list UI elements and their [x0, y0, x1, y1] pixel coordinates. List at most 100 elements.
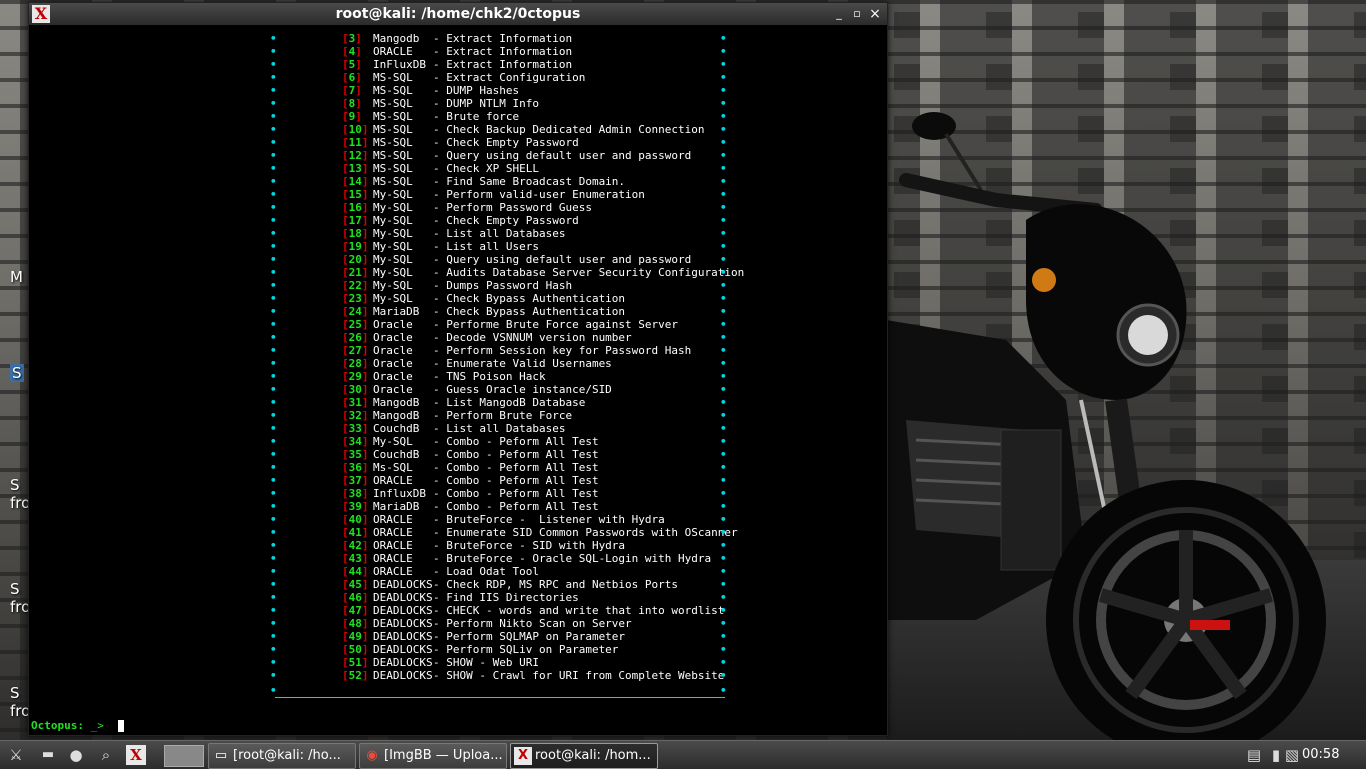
- desktop-icon-label[interactable]: S: [10, 364, 24, 382]
- menu-option-database: Oracle: [373, 344, 413, 357]
- border-dot: •: [720, 409, 727, 422]
- menu-option-number: [51]: [342, 656, 369, 669]
- app-x-icon: X: [514, 747, 532, 765]
- menu-row: • [4] ORACLE - Extract Information •: [29, 45, 887, 58]
- menu-option-database: ORACLE: [373, 565, 413, 578]
- menu-option-description: - Check XP SHELL: [433, 162, 539, 175]
- menu-row: • [25] Oracle - Performe Brute Force agains…: [29, 318, 887, 331]
- clipboard-icon[interactable]: ▧: [1282, 745, 1302, 765]
- task-label: [ImgBB — Uploa...: [384, 748, 503, 763]
- menu-row: • [17] My-SQL - Check Empty Password •: [29, 214, 887, 227]
- desktop-icon-label[interactable]: S: [10, 684, 20, 702]
- terminal-output[interactable]: • [3] Mangodb - Extract Information • • [4] ORA…: [29, 25, 887, 735]
- border-dot: •: [720, 58, 727, 71]
- menu-row: • [37] ORACLE - Combo - Peform All Test •: [29, 474, 887, 487]
- menu-option-description: - Enumerate SID Common Passwords with OS…: [433, 526, 738, 539]
- border-dot: •: [720, 266, 727, 279]
- menu-option-description: - Enumerate Valid Usernames: [433, 357, 612, 370]
- window-titlebar[interactable]: X root@kali: /home/chk2/0ctopus _ ▫ ×: [29, 3, 887, 25]
- border-dot: •: [720, 684, 727, 697]
- show-desktop-icon[interactable]: ▬: [38, 745, 58, 765]
- menu-row: • [45] DEADLOCKS - Check RDP, MS RPC and Ne…: [29, 578, 887, 591]
- window-title: root@kali: /home/chk2/0ctopus: [335, 6, 581, 22]
- kali-menu-icon[interactable]: ⚔: [6, 745, 26, 765]
- border-dot: •: [720, 188, 727, 201]
- menu-option-description: - Perform Password Guess: [433, 201, 592, 214]
- menu-option-number: [35]: [342, 448, 369, 461]
- menu-option-database: MS-SQL: [373, 175, 413, 188]
- border-dot: •: [270, 656, 277, 669]
- app-x-icon[interactable]: X: [126, 745, 146, 765]
- clock[interactable]: 00:58: [1302, 741, 1339, 769]
- menu-row: • [41] ORACLE - Enumerate SID Common Passwo…: [29, 526, 887, 539]
- taskbar-task-active-terminal[interactable]: X root@kali: /hom...: [510, 743, 658, 769]
- search-icon[interactable]: ⌕: [96, 745, 116, 765]
- taskbar-task-browser[interactable]: ◉ [ImgBB — Uploa...: [359, 743, 507, 769]
- border-dot: •: [720, 396, 727, 409]
- border-dot: •: [270, 383, 277, 396]
- menu-option-database: DEADLOCKS: [373, 643, 433, 656]
- menu-option-database: MS-SQL: [373, 123, 413, 136]
- terminal-window[interactable]: X root@kali: /home/chk2/0ctopus _ ▫ × • […: [28, 2, 888, 736]
- menu-option-database: Ms-SQL: [373, 461, 413, 474]
- menu-option-description: - Guess Oracle instance/SID: [433, 383, 612, 396]
- menu-option-database: My-SQL: [373, 214, 413, 227]
- border-dot: •: [270, 162, 277, 175]
- menu-option-number: [41]: [342, 526, 369, 539]
- border-dot: •: [720, 175, 727, 188]
- menu-row: • [15] My-SQL - Perform valid-user Enumerat…: [29, 188, 887, 201]
- menu-row: • [9] MS-SQL - Brute force •: [29, 110, 887, 123]
- shell-prompt[interactable]: Octopus: _>: [31, 719, 125, 733]
- menu-row: • [42] ORACLE - BruteForce - SID with Hydra…: [29, 539, 887, 552]
- menu-option-database: MangodB: [373, 396, 420, 409]
- border-dot: •: [720, 136, 727, 149]
- menu-option-number: [15]: [342, 188, 369, 201]
- minimize-button[interactable]: _: [831, 5, 847, 23]
- menu-option-description: - Perform Nikto Scan on Server: [433, 617, 632, 630]
- border-dot: •: [720, 461, 727, 474]
- menu-option-number: [10]: [342, 123, 369, 136]
- menu-option-description: - Combo - Peform All Test: [433, 487, 599, 500]
- menu-option-description: - DUMP NTLM Info: [433, 97, 539, 110]
- menu-option-description: - Extract Information: [433, 58, 573, 71]
- border-dot: •: [720, 84, 727, 97]
- menu-option-number: [44]: [342, 565, 369, 578]
- border-dot: •: [720, 448, 727, 461]
- border-dot: •: [720, 656, 727, 669]
- menu-option-number: [29]: [342, 370, 369, 383]
- menu-option-number: [4]: [342, 45, 362, 58]
- menu-option-description: - CHECK - words and write that into word…: [433, 604, 725, 617]
- border-dot: •: [270, 136, 277, 149]
- menu-row: • [38] InfluxDB - Combo - Peform All Test •: [29, 487, 887, 500]
- desktop-icon-label[interactable]: S: [10, 476, 20, 494]
- menu-option-description: - Find IIS Directories: [433, 591, 579, 604]
- menu-option-number: [13]: [342, 162, 369, 175]
- border-dot: •: [270, 474, 277, 487]
- menu-option-database: ORACLE: [373, 539, 413, 552]
- menu-option-database: DEADLOCKS: [373, 604, 433, 617]
- menu-option-number: [14]: [342, 175, 369, 188]
- taskbar: ⚔ ▬ ● ⌕ X ▭ [root@kali: /ho... ◉ [ImgBB …: [0, 740, 1366, 769]
- menu-option-description: - DUMP Hashes: [433, 84, 520, 97]
- taskbar-task-terminal[interactable]: ▭ [root@kali: /ho...: [208, 743, 356, 769]
- maximize-button[interactable]: ▫: [849, 5, 865, 23]
- border-dot: •: [720, 97, 727, 110]
- border-dot: •: [270, 227, 277, 240]
- menu-option-number: [52]: [342, 669, 369, 682]
- border-dot: •: [720, 123, 727, 136]
- desktop-icon-label[interactable]: M: [10, 268, 23, 286]
- border-dot: •: [270, 344, 277, 357]
- border-dot: •: [270, 97, 277, 110]
- file-manager-icon[interactable]: ●: [66, 745, 86, 765]
- desktop-icon-label[interactable]: S: [10, 580, 20, 598]
- menu-option-number: [49]: [342, 630, 369, 643]
- menu-option-database: ORACLE: [373, 513, 413, 526]
- network-icon[interactable]: ▤: [1244, 745, 1264, 765]
- menu-option-database: ORACLE: [373, 45, 413, 58]
- border-dot: •: [720, 617, 727, 630]
- close-button[interactable]: ×: [867, 5, 883, 23]
- menu-option-description: - Combo - Peform All Test: [433, 435, 599, 448]
- menu-option-number: [24]: [342, 305, 369, 318]
- menu-option-number: [17]: [342, 214, 369, 227]
- workspace-switcher[interactable]: [164, 745, 204, 767]
